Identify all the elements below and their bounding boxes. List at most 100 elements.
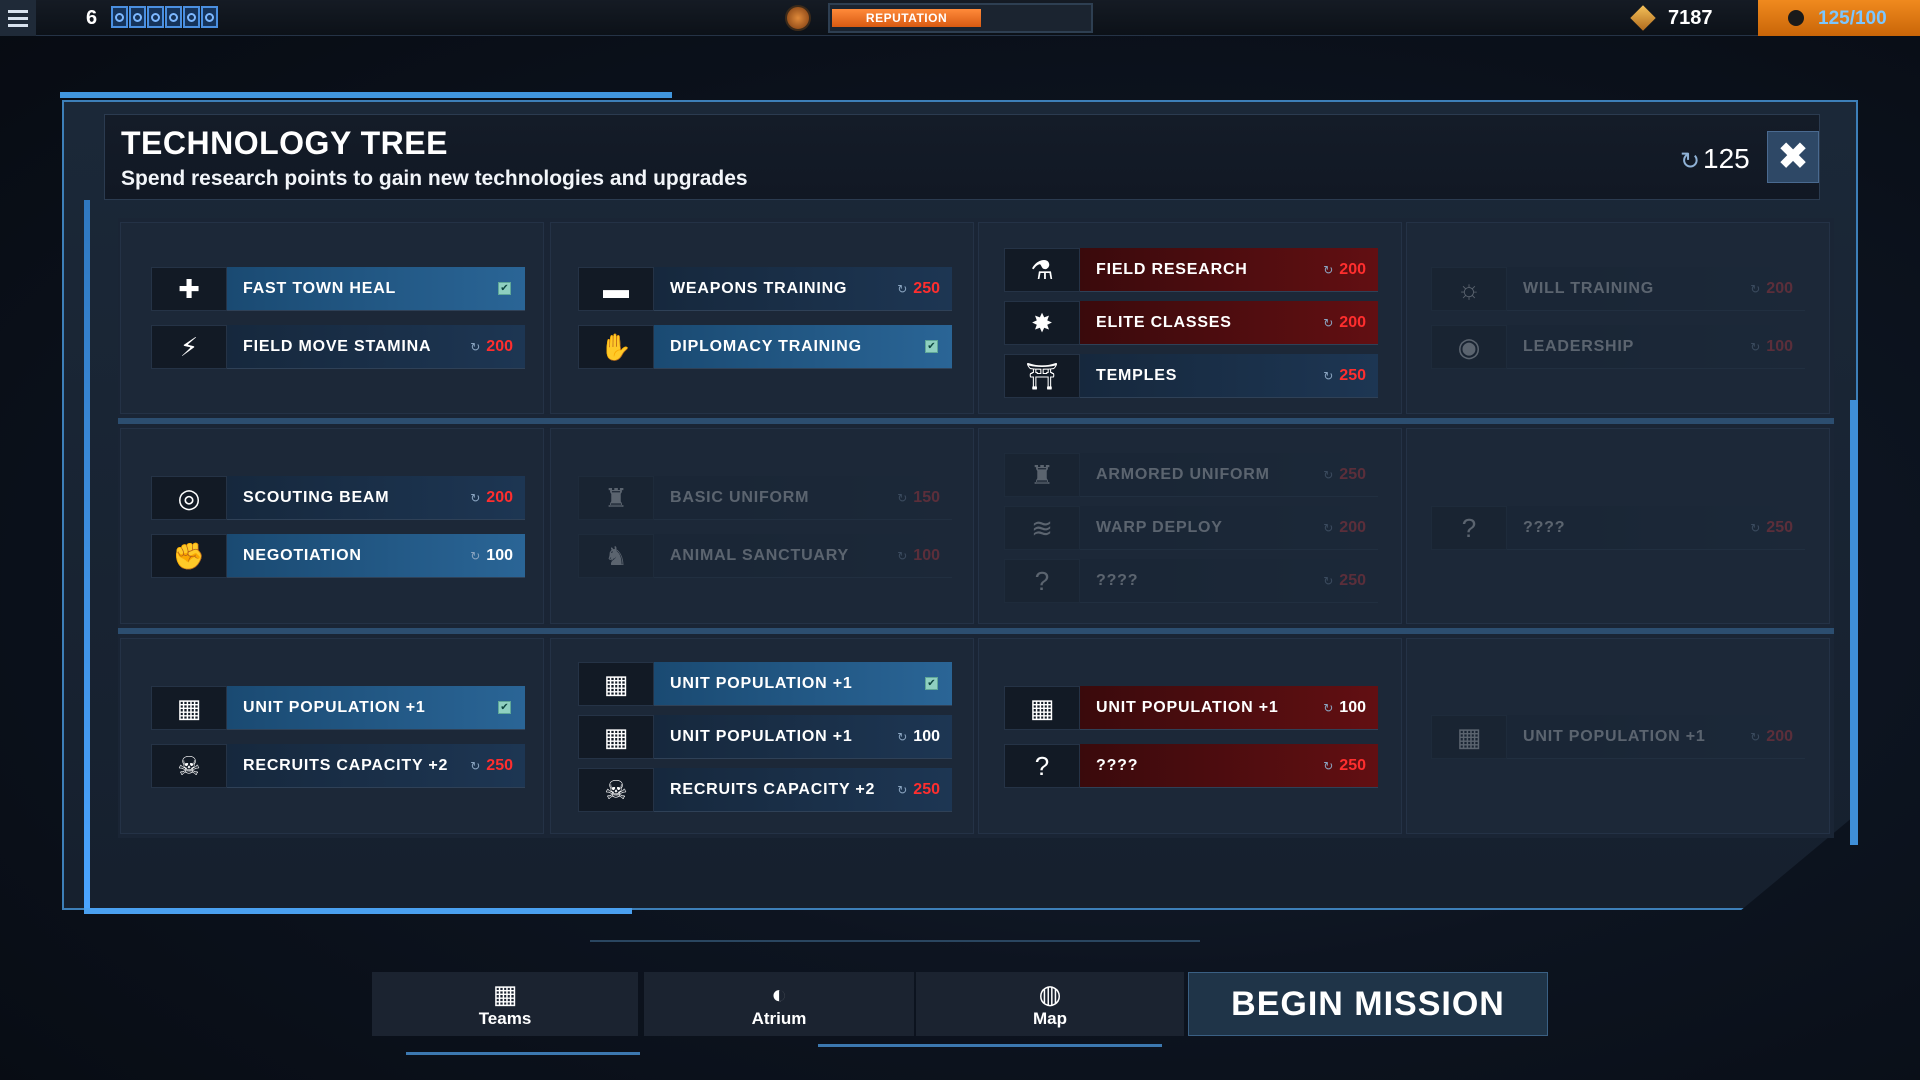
gold-amount: 7187 <box>1668 7 1713 29</box>
negotiation-icon: ✊ <box>151 534 227 578</box>
grid-icon: ▦ <box>578 715 654 759</box>
tech-field-research[interactable]: ⚗ FIELD RESEARCH ↻ 200 <box>1004 248 1378 292</box>
tech-recruits-capacity[interactable]: ☠ RECRUITS CAPACITY +2 ↻ 250 <box>578 768 952 812</box>
owned-check-icon: ✔ <box>498 282 511 295</box>
radar-icon: ◎ <box>151 476 227 520</box>
slot-icon <box>147 6 164 28</box>
frame-accent <box>60 92 672 98</box>
grid-icon: ▦ <box>1004 686 1080 730</box>
tech-unknown: ? ???? ↻ 250 <box>1004 559 1378 603</box>
tech-temples[interactable]: ⛩ TEMPLES ↻ 250 <box>1004 354 1378 398</box>
tech-cell <box>1406 222 1830 414</box>
tech-cell <box>120 638 544 834</box>
warp-icon: ≋ <box>1004 506 1080 550</box>
atrium-icon: ◐ <box>771 979 787 1009</box>
slot-icon <box>201 6 218 28</box>
uniform-icon: ♜ <box>578 476 654 520</box>
nav-map-button[interactable]: ◍ Map <box>916 972 1184 1036</box>
tech-cell <box>550 222 974 414</box>
tech-field-move-stamina[interactable]: ⚡ FIELD MOVE STAMINA ↻ 200 <box>151 325 525 369</box>
tech-diplomacy-training[interactable]: ✋ DIPLOMACY TRAINING ✔ <box>578 325 952 369</box>
close-button[interactable]: ✖ <box>1767 131 1819 183</box>
tech-fast-town-heal[interactable]: ✚ FAST TOWN HEAL ✔ <box>151 267 525 311</box>
tech-cell <box>120 428 544 624</box>
reputation-fill: REPUTATION <box>832 9 982 27</box>
research-icon <box>1788 10 1804 26</box>
page-subtitle: Spend research points to gain new techno… <box>121 167 748 190</box>
hud-line <box>818 1044 1162 1047</box>
tech-basic-uniform: ♜ BASIC UNIFORM ↻ 150 <box>578 476 952 520</box>
gun-icon: ▬ <box>578 267 654 311</box>
grid-icon: ▦ <box>1431 715 1507 759</box>
tech-animal-sanctuary: ♞ ANIMAL SANCTUARY ↻ 100 <box>578 534 952 578</box>
panel-header: TECHNOLOGY TREE Spend research points to… <box>104 114 1820 200</box>
tech-unit-population[interactable]: ▦ UNIT POPULATION +1 ↻ 100 <box>1004 686 1378 730</box>
tech-elite-classes[interactable]: ✸ ELITE CLASSES ↻ 200 <box>1004 301 1378 345</box>
leadership-icon: ◉ <box>1431 325 1507 369</box>
research-amount: 125/100 <box>1818 8 1887 29</box>
tech-leadership: ◉ LEADERSHIP ↻ 100 <box>1431 325 1805 369</box>
frame-accent <box>84 200 90 912</box>
hamburger-icon <box>8 16 28 20</box>
tech-unknown: ? ???? ↻ 250 <box>1431 506 1805 550</box>
question-icon: ? <box>1004 744 1080 788</box>
owned-check-icon: ✔ <box>498 701 511 714</box>
reputation-emblem-icon <box>785 5 811 31</box>
slot-icon <box>165 6 182 28</box>
question-icon: ? <box>1431 506 1507 550</box>
page-title: TECHNOLOGY TREE <box>121 125 448 161</box>
tech-negotiation[interactable]: ✊ NEGOTIATION ↻ 100 <box>151 534 525 578</box>
grid-icon: ▦ <box>492 979 518 1009</box>
frame-accent <box>84 908 632 914</box>
row-divider <box>118 418 1834 424</box>
menu-button[interactable] <box>0 0 36 36</box>
row-divider <box>118 628 1834 634</box>
skull-icon: ☠ <box>578 768 654 812</box>
slot-icon <box>129 6 146 28</box>
gold-icon <box>1630 5 1656 31</box>
research-points-box: 125/100 <box>1758 0 1920 36</box>
tech-warp-deploy: ≋ WARP DEPLOY ↻ 200 <box>1004 506 1378 550</box>
top-bar: 6 REPUTATION 7187 125/100 <box>0 0 1920 36</box>
heal-icon: ✚ <box>151 267 227 311</box>
slot-icon <box>183 6 200 28</box>
question-icon: ? <box>1004 559 1080 603</box>
nav-atrium-button[interactable]: ◐ Atrium <box>644 972 914 1036</box>
owned-check-icon: ✔ <box>925 340 938 353</box>
tech-cell <box>550 428 974 624</box>
skull-icon: ☠ <box>151 744 227 788</box>
tech-cell <box>120 222 544 414</box>
tech-cell <box>978 638 1402 834</box>
player-level: 6 <box>86 7 98 29</box>
tech-recruits-capacity[interactable]: ☠ RECRUITS CAPACITY +2 ↻ 250 <box>151 744 525 788</box>
tech-unit-population[interactable]: ▦ UNIT POPULATION +1 ✔ <box>151 686 525 730</box>
meditation-icon: ☼ <box>1431 267 1507 311</box>
research-points: 125 <box>1703 143 1750 174</box>
star-icon: ✸ <box>1004 301 1080 345</box>
begin-mission-button[interactable]: BEGIN MISSION <box>1188 972 1548 1036</box>
grid-icon: ▦ <box>151 686 227 730</box>
tech-armored-uniform: ♜ ARMORED UNIFORM ↻ 250 <box>1004 453 1378 497</box>
animal-icon: ♞ <box>578 534 654 578</box>
hud-line <box>590 940 1200 942</box>
globe-icon: ◍ <box>1038 979 1062 1009</box>
grid-icon: ▦ <box>578 662 654 706</box>
tech-unit-population: ▦ UNIT POPULATION +1 ↻ 200 <box>1431 715 1805 759</box>
tech-weapons-training[interactable]: ▬ WEAPONS TRAINING ↻ 250 <box>578 267 952 311</box>
tech-will-training: ☼ WILL TRAINING ↻ 200 <box>1431 267 1805 311</box>
tech-scouting-beam[interactable]: ◎ SCOUTING BEAM ↻ 200 <box>151 476 525 520</box>
kick-icon: ⚡ <box>151 325 227 369</box>
squad-slots <box>111 6 218 28</box>
tech-unknown[interactable]: ? ???? ↻ 250 <box>1004 744 1378 788</box>
slot-icon <box>111 6 128 28</box>
nav-teams-button[interactable]: ▦ Teams <box>372 972 638 1036</box>
handshake-icon: ✋ <box>578 325 654 369</box>
tech-unit-population[interactable]: ▦ UNIT POPULATION +1 ↻ 100 <box>578 715 952 759</box>
research-icon: ↻ <box>1680 148 1701 175</box>
temple-icon: ⛩ <box>1004 354 1080 398</box>
frame-accent <box>1850 400 1858 845</box>
armor-icon: ♜ <box>1004 453 1080 497</box>
owned-check-icon: ✔ <box>925 677 938 690</box>
tech-unit-population[interactable]: ▦ UNIT POPULATION +1 ✔ <box>578 662 952 706</box>
reputation-bar: REPUTATION <box>828 3 1093 33</box>
